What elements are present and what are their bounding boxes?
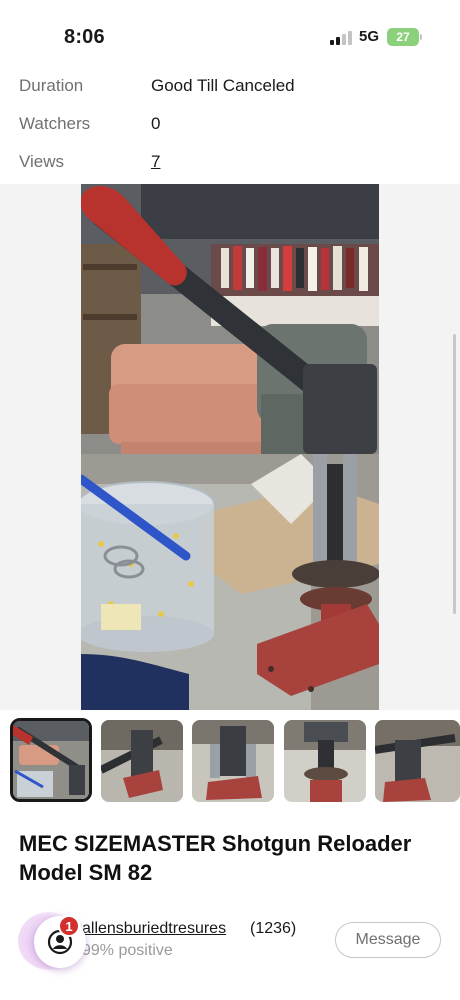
detail-label: Watchers xyxy=(19,114,91,133)
seller-feedback-count: (1236) xyxy=(250,920,297,937)
detail-row-views[interactable]: Views 7 xyxy=(0,142,460,178)
signal-icon xyxy=(330,31,354,45)
detail-label: Views xyxy=(19,152,65,171)
photo-gallery[interactable] xyxy=(0,184,460,710)
thumbnail-1[interactable] xyxy=(10,718,92,802)
thumbnail-2[interactable] xyxy=(101,720,183,802)
detail-value: 0 xyxy=(151,114,161,133)
thumbnail-4[interactable] xyxy=(284,720,366,802)
views-link[interactable]: 7 xyxy=(151,152,160,172)
battery-icon: 27 xyxy=(387,28,419,46)
message-button[interactable]: Message xyxy=(335,922,441,958)
notification-badge: 1 xyxy=(58,915,80,937)
listing-details: Duration Good Till Canceled Watchers 0 V… xyxy=(0,64,460,184)
detail-label: Duration xyxy=(19,76,84,95)
detail-row-duration: Duration Good Till Canceled xyxy=(0,66,460,102)
seller-name-link[interactable]: allensburiedtresures xyxy=(82,920,226,938)
thumbnail-strip xyxy=(0,718,460,804)
thumbnail-5[interactable] xyxy=(375,720,460,802)
detail-row-watchers: Watchers 0 xyxy=(0,104,460,140)
detail-value: Good Till Canceled xyxy=(151,76,295,95)
network-label: 5G xyxy=(359,28,380,45)
listing-title: MEC SIZEMASTER Shotgun Reloader Model SM… xyxy=(19,831,412,885)
status-bar: 8:06 5G 27 xyxy=(0,0,460,70)
battery-level: 27 xyxy=(396,30,410,44)
status-time: 8:06 xyxy=(64,26,105,48)
scroll-indicator[interactable] xyxy=(453,334,456,614)
battery-cap xyxy=(420,34,422,40)
seller-positive-rating: 99% positive xyxy=(82,942,173,959)
main-photo[interactable] xyxy=(81,184,379,710)
thumbnail-3[interactable] xyxy=(192,720,274,802)
